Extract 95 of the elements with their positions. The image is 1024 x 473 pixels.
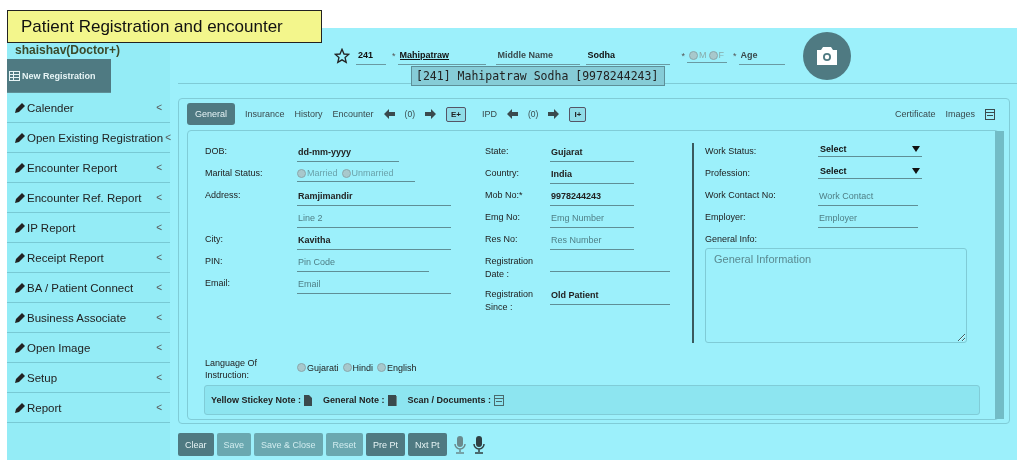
table-icon [9,70,20,81]
action-button[interactable]: Nxt Pt [408,433,447,456]
select-dropdown[interactable]: Select [818,142,922,157]
tab-link[interactable]: Certificate [894,109,936,119]
field-label: Email: [205,277,231,290]
star-icon[interactable] [334,47,350,64]
tab[interactable]: General [187,103,236,125]
input-field[interactable]: Work Contact [818,187,918,206]
note-label: Scan / Documents : [407,395,492,405]
field-label: PIN: [205,255,224,268]
action-button[interactable]: Clear [178,433,214,456]
input-field[interactable]: 9978244243 [550,187,634,206]
autocomplete-suggestion[interactable]: [241] Mahipatraw Sodha [9978244243] [411,66,665,86]
pencil-icon [15,372,25,383]
file-icon[interactable] [304,394,313,406]
camera-button[interactable] [802,31,851,80]
pencil-icon [15,192,25,203]
input-field[interactable]: Email [297,275,451,294]
pencil-icon [15,162,25,173]
field-label: DOB: [205,145,228,158]
book-icon[interactable] [387,394,397,406]
note-label: General Note : [323,395,385,405]
ipd-count: (0) [528,109,539,119]
select-dropdown[interactable]: Select [818,164,922,179]
field-label: Res No: [485,233,519,246]
input-field[interactable]: Old Patient [550,286,670,305]
field-label: Work Status: [705,145,758,158]
caret-icon [912,168,920,174]
first-name-field[interactable]: Mahipatraw [397,46,486,65]
id-field[interactable]: 241 [356,46,386,65]
scrollbar[interactable] [995,131,1004,419]
input-field[interactable]: Kavitha [297,231,451,250]
field-label: Country: [485,167,520,180]
radio-option[interactable]: Hindi [342,358,374,377]
note-label: Yellow Stickey Note : [211,395,302,405]
tab-link[interactable]: Images [945,109,975,119]
last-name-field[interactable]: Sodha [585,46,670,65]
field-label: Emg No: [485,211,521,224]
age-field[interactable]: Age [738,46,785,65]
pencil-icon [15,402,25,413]
input-field[interactable]: Ramjimandir [297,187,451,206]
caret-icon [912,146,920,152]
field-label: Registration Date : [485,255,535,281]
arrow-left-icon[interactable] [507,109,519,119]
required-mark: * [733,50,737,61]
add-encounter-button[interactable]: E+ [446,106,466,122]
encounter-count: (0) [404,109,415,119]
action-button[interactable]: Pre Pt [366,433,406,456]
radio-option[interactable]: English [377,358,417,377]
input-field[interactable]: India [550,165,634,184]
pencil-icon [15,282,25,293]
input-field[interactable]: dd-mm-yyyy [297,143,399,162]
field-label: Language Of Instruction: [205,357,259,381]
text-area[interactable]: General Information [705,248,967,343]
ipd-label[interactable]: IPD [482,109,498,119]
arrow-right-icon[interactable] [548,109,560,119]
field-label: Employer: [705,211,747,224]
field-label: City: [205,233,224,246]
pencil-icon [15,132,25,143]
pencil-icon [15,102,25,113]
input-field[interactable]: Gujarat [550,143,634,162]
pencil-icon [15,252,25,263]
document-icon[interactable] [494,394,505,406]
radio-option[interactable]: Gujarati [297,358,339,377]
input-field[interactable]: Employer [818,209,918,228]
input-field[interactable]: Pin Code [297,253,429,272]
field-label: Work Contact No: [705,189,777,202]
pencil-icon [15,222,25,233]
annotation-callout: Patient Registration and encounter [7,10,322,43]
camera-icon [815,46,838,65]
arrow-right-icon[interactable] [425,109,436,119]
required-mark: * [681,50,686,61]
input-field[interactable]: Line 2 [297,209,451,228]
arrow-left-icon[interactable] [383,109,395,119]
document-icon[interactable] [985,108,995,120]
middle-name-field[interactable]: Middle Name [495,46,580,65]
field-label: General Info: [705,233,759,246]
field-label: State: [485,145,510,158]
microphone-icon[interactable] [472,435,485,454]
field-label: Mob No:* [485,189,524,202]
tab[interactable]: Encounter [332,103,374,125]
user-name: shaishav(Doctor+) [14,42,122,59]
field-label: Marital Status: [205,167,264,180]
sidebar-item[interactable]: New Registration [7,59,111,93]
tab[interactable]: Insurance [245,103,285,125]
tab[interactable]: History [294,103,323,125]
add-ipd-button[interactable]: I+ [569,106,587,122]
pencil-icon [15,342,25,353]
field-label: Address: [205,189,242,202]
field-label: Profession: [705,167,752,180]
input-field[interactable]: Emg Number [550,209,634,228]
required-mark: * [392,50,396,61]
field-label: Registration Since : [485,288,535,314]
pencil-icon [15,312,25,323]
input-field[interactable]: Res Number [550,231,634,250]
